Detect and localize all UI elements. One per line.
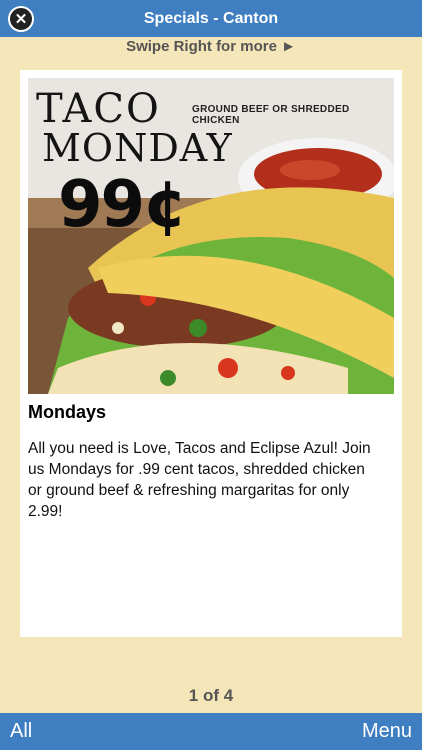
menu-button[interactable]: Menu [362,720,412,743]
special-image: TACO MONDAY 99¢ GROUND BEEF OR SHREDDED … [28,78,394,394]
image-price: 99¢ [58,168,188,242]
special-card[interactable]: TACO MONDAY 99¢ GROUND BEEF OR SHREDDED … [20,70,402,637]
swipe-hint: Swipe Right for more ► [126,38,296,55]
top-bar: ✕ Specials - Canton [0,0,422,37]
page-title: Specials - Canton [143,9,279,27]
all-button[interactable]: All [10,720,32,743]
special-title: Mondays [28,402,107,422]
bottom-bar: All Menu [0,713,422,750]
special-description: All you need is Love, Tacos and Eclipse … [28,440,371,520]
image-headline-monday: MONDAY [42,126,233,170]
page-indicator: 1 of 4 [188,686,234,705]
image-subtitle: GROUND BEEF OR SHREDDED CHICKEN [192,104,350,126]
close-icon[interactable]: ✕ [8,6,34,32]
